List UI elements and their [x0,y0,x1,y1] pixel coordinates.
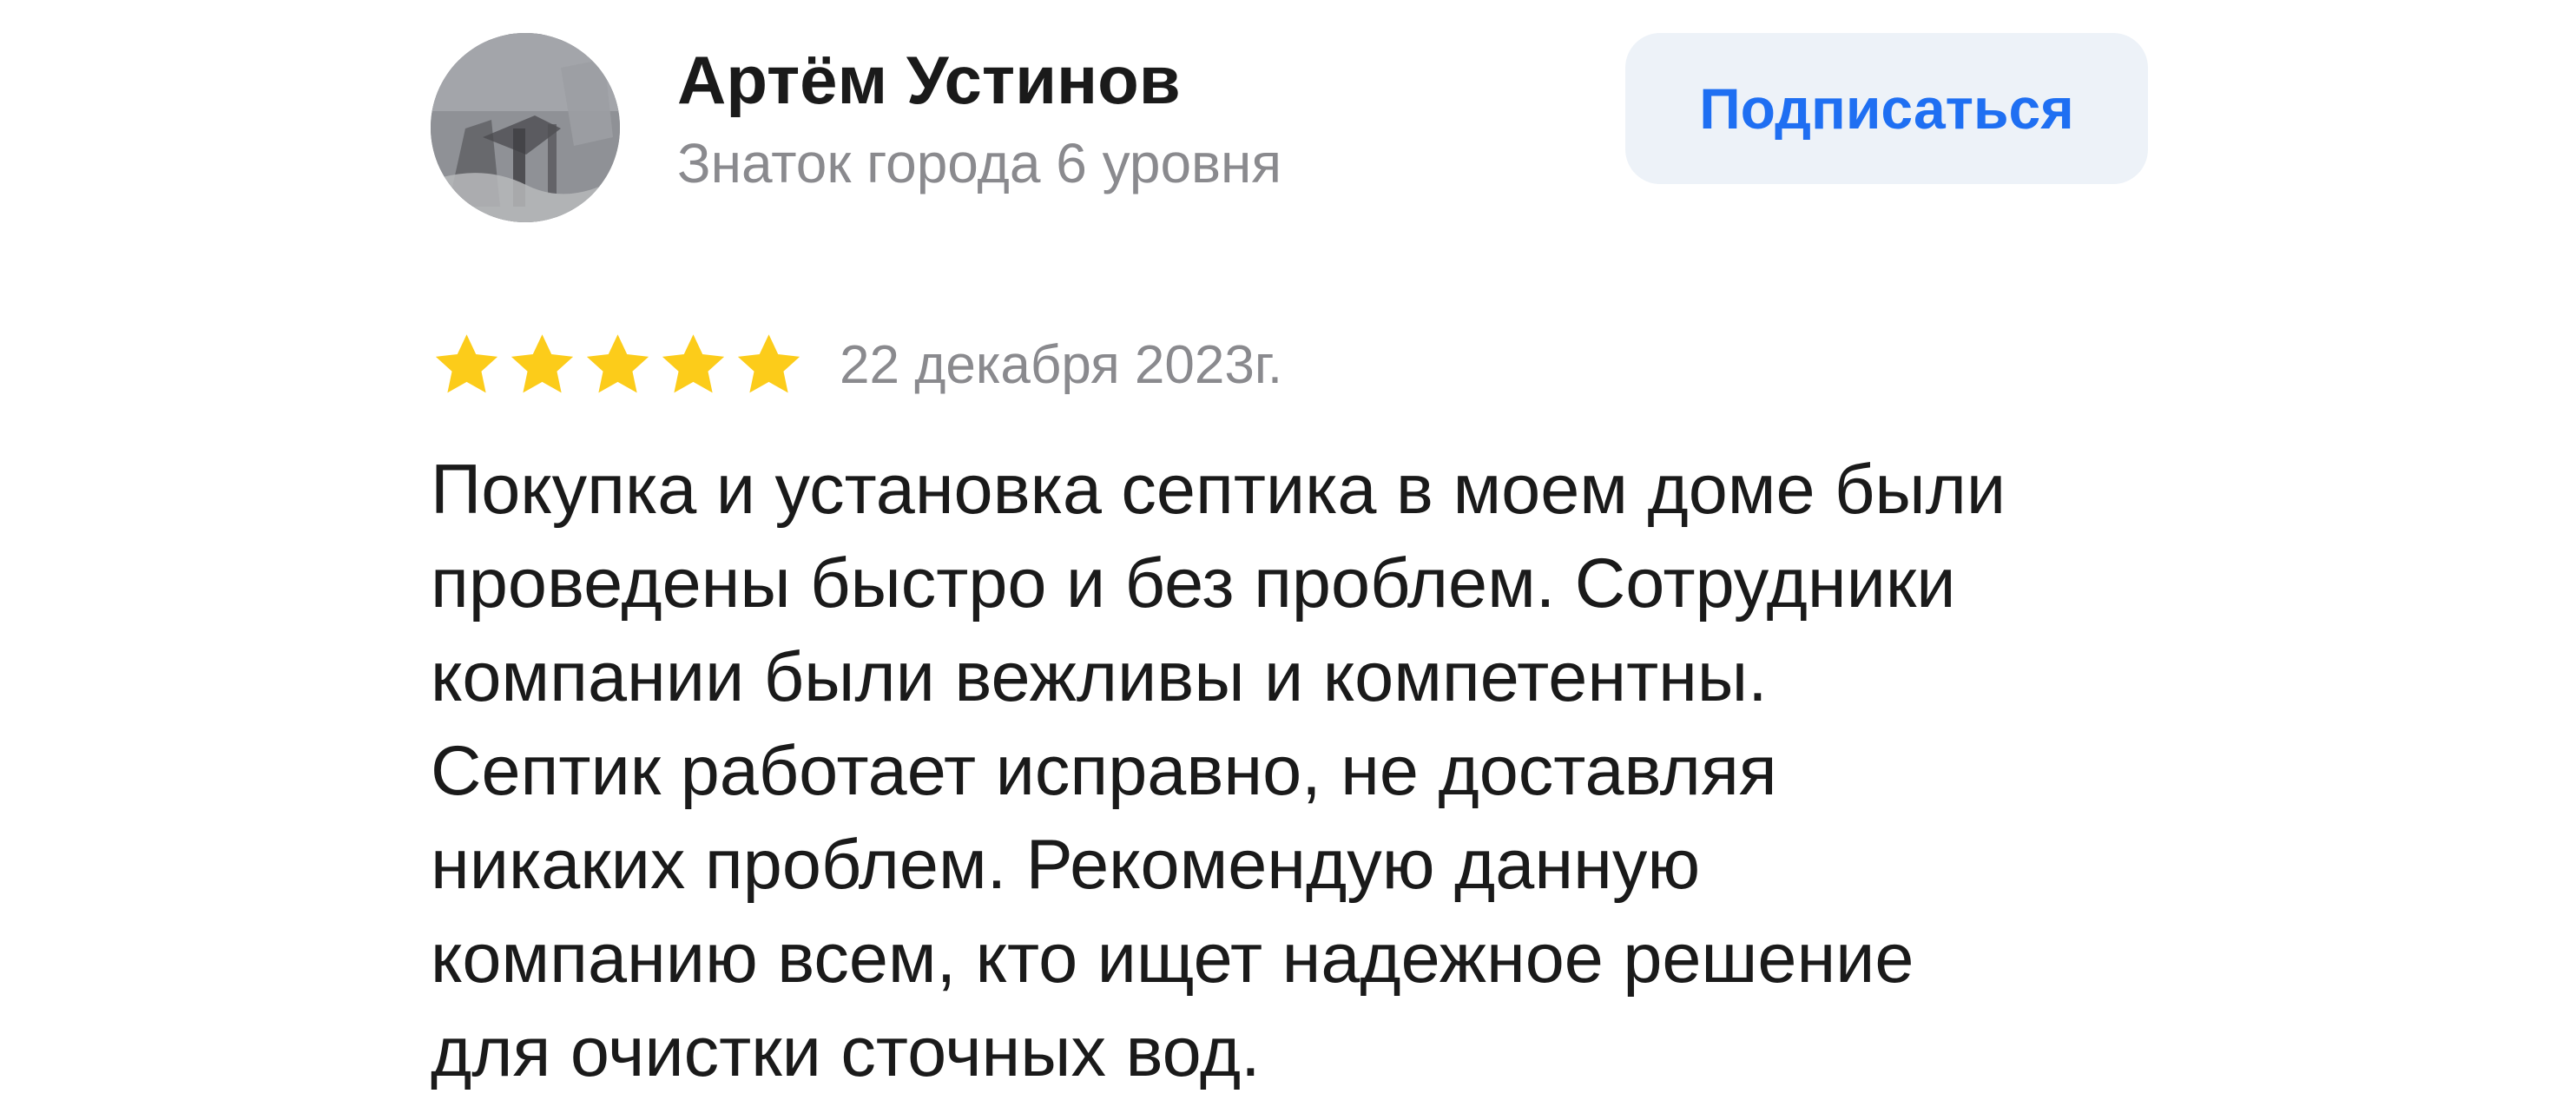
review-text-line: Покупка и установка септика в моем доме … [431,451,2006,529]
author-name[interactable]: Артём Устинов [677,42,1281,120]
author-info: Артём Устинов Знаток города 6 уровня [677,42,1281,196]
avatar[interactable] [431,33,620,222]
star-icon [582,329,654,401]
review-header: Артём Устинов Знаток города 6 уровня Под… [431,33,2167,226]
review-text-line: никаких проблем. Рекомендую данную [431,826,1701,904]
review-text-line: для очистки сточных вод. [431,1013,1261,1091]
star-rating [431,329,805,401]
review-text-line: компании были вежливы и компетентны. [431,638,1768,716]
review-text-line: проведены быстро и без проблем. Сотрудни… [431,544,1956,623]
subscribe-button[interactable]: Подписаться [1625,33,2148,184]
review-text: Покупка и установка септика в моем доме … [431,443,2167,1099]
review-text-line: компанию всем, кто ищет надежное решение [431,919,1914,998]
user-photo-avatar-icon [431,33,620,222]
star-icon [657,329,729,401]
review-card: Артём Устинов Знаток города 6 уровня Под… [431,33,2167,1099]
star-icon [431,329,503,401]
review-date: 22 декабря 2023г. [840,334,1283,395]
star-icon [733,329,805,401]
review-meta: 22 декабря 2023г. [431,330,2167,399]
review-text-line: Септик работает исправно, не доставляя [431,732,1777,810]
star-icon [506,329,578,401]
author-level: Знаток города 6 уровня [677,131,1282,194]
